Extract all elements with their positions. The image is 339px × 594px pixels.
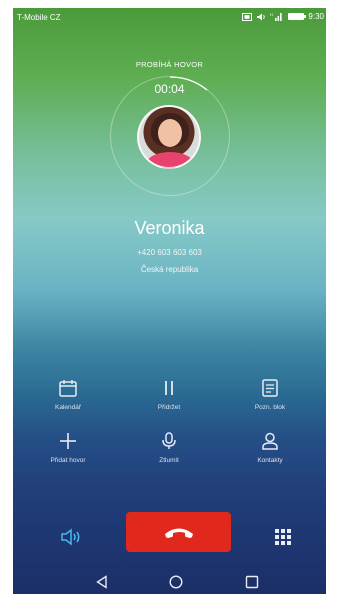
mute-button[interactable]: Ztlumit	[124, 431, 214, 464]
dialpad-icon	[275, 529, 291, 545]
battery-icon	[288, 13, 307, 20]
calendar-button[interactable]: Kalendář	[23, 378, 113, 411]
mute-label: Ztlumit	[159, 457, 179, 464]
hold-button[interactable]: Přidržet	[124, 378, 214, 411]
status-icons: H 9:30	[242, 12, 324, 21]
caller-name: Veronika	[134, 218, 205, 238]
end-call-icon	[164, 528, 193, 538]
notepad-button[interactable]: Pozn. blok	[225, 378, 315, 411]
calendar-label: Kalendář	[54, 404, 82, 411]
back-button[interactable]	[95, 575, 109, 594]
status-time: 9:30	[308, 12, 324, 21]
call-screen: T-Mobile CZ H 9:30 PROBÍHÁ HOVOR 00:04 V…	[13, 8, 326, 594]
pause-icon	[165, 381, 173, 395]
signal-icon: H	[270, 12, 284, 21]
add-call-label: Přidat hovor	[50, 457, 86, 464]
notepad-icon	[262, 379, 278, 397]
speaker-icon	[61, 528, 80, 546]
navigation-bar	[13, 568, 326, 594]
home-icon	[169, 575, 183, 589]
sim-icon	[242, 12, 253, 21]
plus-icon	[60, 433, 76, 449]
carrier-name: T-Mobile CZ	[17, 13, 61, 22]
call-timer: 00:04	[154, 82, 185, 96]
notepad-label: Pozn. blok	[254, 404, 286, 411]
home-button[interactable]	[169, 575, 183, 594]
speaker-status-icon	[256, 13, 266, 21]
back-icon	[96, 575, 107, 589]
caller-country: Česká republika	[140, 265, 199, 274]
status-bar: T-Mobile CZ H 9:30	[13, 8, 326, 28]
dialpad-button[interactable]	[274, 528, 292, 551]
contacts-label: Kontakty	[257, 457, 283, 464]
svg-text:H: H	[270, 12, 273, 17]
speaker-button[interactable]	[60, 528, 82, 551]
calendar-icon	[59, 380, 77, 397]
hold-label: Přidržet	[157, 404, 181, 411]
add-call-button[interactable]: Přidat hovor	[23, 431, 113, 464]
contact-icon	[262, 432, 278, 450]
end-call-button[interactable]	[126, 512, 231, 552]
call-status: PROBÍHÁ HOVOR	[135, 60, 204, 69]
microphone-icon	[162, 432, 176, 449]
caller-avatar	[137, 105, 201, 169]
recents-button[interactable]	[245, 575, 259, 594]
recents-icon	[245, 575, 259, 589]
contacts-button[interactable]: Kontakty	[225, 431, 315, 464]
caller-number: +420 603 603 603	[137, 248, 202, 257]
